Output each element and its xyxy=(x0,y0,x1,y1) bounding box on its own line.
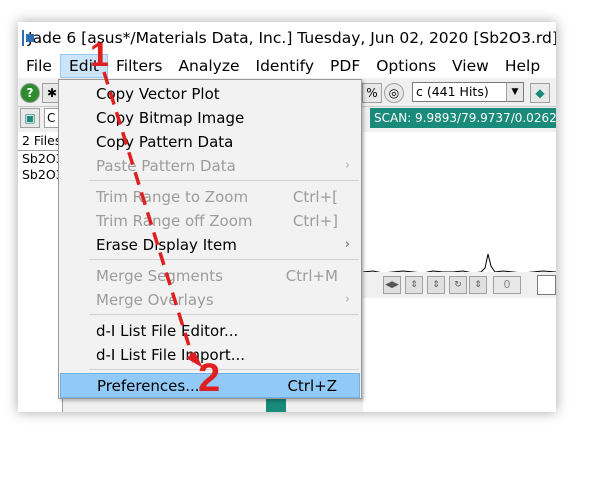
menu-separator xyxy=(89,369,359,370)
scan-label: SCAN: 9.9893/79.9737/0.02626 xyxy=(370,108,556,128)
pattern-line xyxy=(362,253,556,274)
menu-item-copy-bitmap-image[interactable]: Copy Bitmap Image xyxy=(60,106,360,130)
hits-combo[interactable]: c (441 Hits) ▼ xyxy=(412,82,524,102)
file-list-header[interactable]: 2 Files xyxy=(18,132,62,151)
file-list-panel: 2 Files Sb2O3 Sb2O3 xyxy=(18,132,63,412)
menu-view[interactable]: View xyxy=(444,54,497,78)
percent-button[interactable]: % xyxy=(362,83,382,103)
menu-more[interactable]: >> xyxy=(548,54,556,78)
menu-item-paste-pattern-data[interactable]: Paste Pattern Data › xyxy=(60,154,360,178)
submenu-arrow-icon: › xyxy=(344,158,350,173)
nav-input[interactable] xyxy=(537,275,556,295)
folder-icon[interactable]: ▣ xyxy=(20,108,40,128)
menu-identify[interactable]: Identify xyxy=(248,54,323,78)
menu-item-trim-range-to-zoom[interactable]: Trim Range to Zoom Ctrl+[ xyxy=(60,185,360,209)
edit-menu-dropdown: Copy Vector Plot Copy Bitmap Image Copy … xyxy=(58,79,362,399)
menu-separator xyxy=(89,314,359,315)
nav-last-icon[interactable]: ⇕ xyxy=(469,276,487,294)
menu-item-merge-segments[interactable]: Merge Segments Ctrl+M xyxy=(60,264,360,288)
menu-help[interactable]: Help xyxy=(497,54,548,78)
nav-prev-icon[interactable]: ⇕ xyxy=(405,276,423,294)
nav-first-icon[interactable]: ◀▶ xyxy=(383,276,401,294)
nav-count-field[interactable]: 0 xyxy=(493,276,521,294)
file-list-item[interactable]: Sb2O3 xyxy=(18,167,62,183)
nav-next-icon[interactable]: ⇕ xyxy=(427,276,445,294)
pattern-plot[interactable] xyxy=(362,132,556,274)
menu-analyze[interactable]: Analyze xyxy=(170,54,247,78)
menu-item-copy-pattern-data[interactable]: Copy Pattern Data xyxy=(60,130,360,154)
jade-app-icon xyxy=(22,30,34,46)
step-1-marker: 1 xyxy=(90,36,109,74)
diamond-icon[interactable]: ◆ xyxy=(530,83,550,103)
submenu-arrow-icon: › xyxy=(344,237,350,252)
menu-item-merge-overlays[interactable]: Merge Overlays › xyxy=(60,288,360,312)
hits-combo-value: c (441 Hits) xyxy=(416,84,489,99)
menu-item-copy-vector-plot[interactable]: Copy Vector Plot xyxy=(60,82,360,106)
menu-item-dl-list-file-editor[interactable]: d-I List File Editor... xyxy=(60,319,360,343)
step-2-marker: 2 xyxy=(198,356,221,400)
help-icon[interactable]: ? xyxy=(20,83,40,103)
chevron-down-icon[interactable]: ▼ xyxy=(506,83,523,101)
menu-separator xyxy=(89,180,359,181)
menu-options[interactable]: Options xyxy=(368,54,444,78)
nav-toolbar: ◀▶ ⇕ ⇕ ↻ ⇕ 0 xyxy=(363,272,556,298)
plot-bottom-area xyxy=(363,298,556,412)
pattern-trace xyxy=(362,253,556,274)
menu-item-trim-range-off-zoom[interactable]: Trim Range off Zoom Ctrl+] xyxy=(60,209,360,233)
menu-item-erase-display-item[interactable]: Erase Display Item › xyxy=(60,233,360,257)
menu-separator xyxy=(89,259,359,260)
submenu-arrow-icon: › xyxy=(344,292,350,307)
menu-filters[interactable]: Filters xyxy=(108,54,170,78)
target-icon[interactable]: ◎ xyxy=(384,83,404,103)
menu-pdf[interactable]: PDF xyxy=(322,54,368,78)
nav-refresh-icon[interactable]: ↻ xyxy=(449,276,467,294)
menu-file[interactable]: File xyxy=(18,54,60,78)
file-list-item[interactable]: Sb2O3 xyxy=(18,151,62,167)
